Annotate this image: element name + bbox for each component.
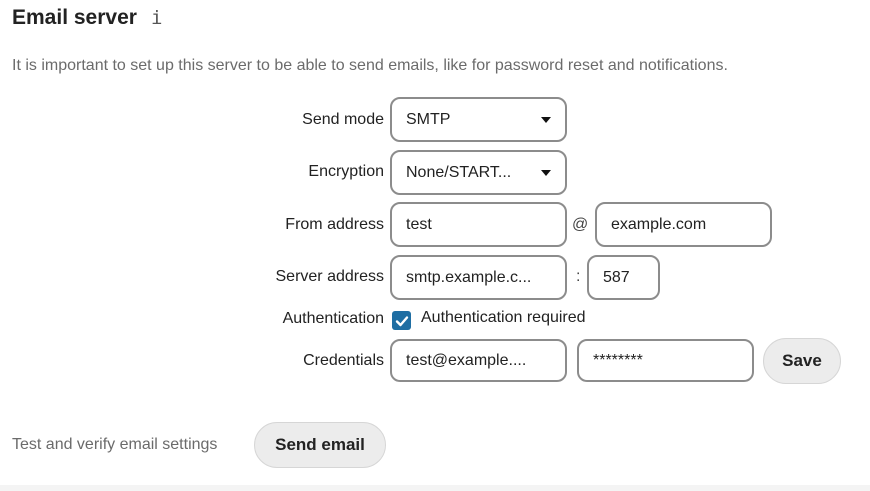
save-button[interactable]: Save <box>763 338 841 384</box>
from-address-local-value: test <box>406 215 432 233</box>
section-title: Email server <box>12 6 137 29</box>
server-port-input[interactable]: 587 <box>587 255 660 300</box>
encryption-label: Encryption <box>308 163 384 180</box>
at-separator: @ <box>572 216 589 233</box>
username-input[interactable]: test@example.... <box>390 339 567 382</box>
from-address-label: From address <box>285 216 384 233</box>
info-icon[interactable]: i <box>151 8 162 28</box>
password-input[interactable]: ******** <box>577 339 754 382</box>
test-label: Test and verify email settings <box>12 436 218 453</box>
port-separator: : <box>576 268 581 285</box>
checkmark-icon <box>395 315 408 326</box>
credentials-label: Credentials <box>303 352 384 369</box>
authentication-checkbox-label[interactable]: Authentication required <box>421 309 586 327</box>
authentication-checkbox[interactable] <box>392 311 411 330</box>
send-mode-select[interactable]: SMTP <box>390 97 567 142</box>
username-value: test@example.... <box>406 351 527 369</box>
server-host-input[interactable]: smtp.example.c... <box>390 255 567 300</box>
from-address-domain-value: example.com <box>611 215 707 233</box>
send-email-button[interactable]: Send email <box>254 422 386 468</box>
section-header: Email server i <box>12 6 162 30</box>
encryption-select[interactable]: None/START... <box>390 150 567 195</box>
from-address-domain-input[interactable]: example.com <box>595 202 772 247</box>
server-host-value: smtp.example.c... <box>406 268 532 286</box>
send-mode-value: SMTP <box>406 110 451 128</box>
chevron-down-icon <box>541 169 551 176</box>
bottom-strip <box>0 485 870 491</box>
send-mode-label: Send mode <box>302 111 384 128</box>
server-address-label: Server address <box>275 268 385 285</box>
authentication-label: Authentication <box>282 310 384 327</box>
server-port-value: 587 <box>603 268 630 286</box>
from-address-local-input[interactable]: test <box>390 202 567 247</box>
chevron-down-icon <box>541 116 551 123</box>
section-description: It is important to set up this server to… <box>12 57 728 74</box>
encryption-value: None/START... <box>406 163 512 181</box>
password-value: ******** <box>593 351 643 369</box>
